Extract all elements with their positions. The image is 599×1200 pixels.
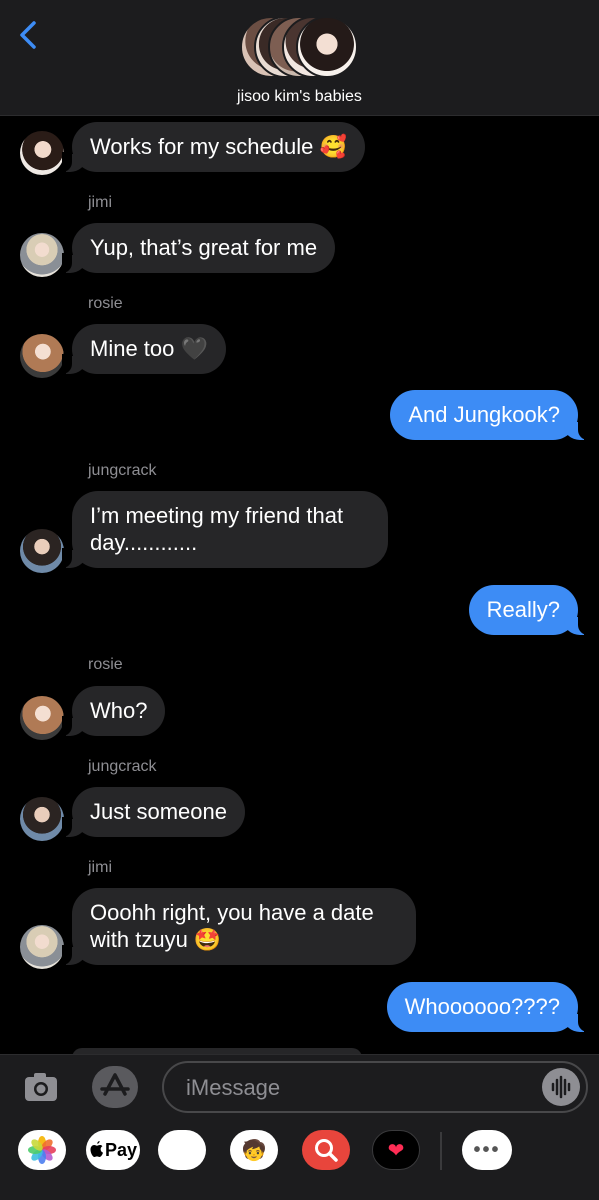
drawer-divider [440,1132,442,1170]
message-bubble[interactable]: Who? [61,686,166,736]
message-text: Works for my schedule 🥰 [90,134,347,159]
sender-name: jungcrack [88,758,157,775]
message-text: Ooohh right, you have a date [90,900,374,925]
avatar-jungcrack[interactable] [20,529,64,573]
message-text: Whoooooo???? [404,994,560,1019]
apple-pay-button[interactable]: Pay [86,1130,140,1170]
sender-name: rosie [88,656,123,673]
group-avatar-stack[interactable] [240,16,360,78]
message-bubble[interactable]: I’m meeting my friend that day...........… [62,491,388,568]
message-text: I’m meeting my friend that [90,503,344,528]
memoji-icon[interactable]: 🧒 [230,1130,278,1170]
apple-pay-label: Pay [104,1139,138,1160]
memoji-emoji: 🧒 [241,1139,267,1162]
chevron-left-icon[interactable] [16,20,42,50]
group-name[interactable]: jisoo kim's babies [0,88,599,106]
avatar-jimi[interactable] [20,925,64,969]
message-text: day............ [90,530,198,555]
message-text: Mine too 🖤 [90,336,208,361]
more-apps-button[interactable]: ••• [462,1130,512,1170]
ellipsis-icon: ••• [473,1138,501,1161]
message-bubble[interactable]: Just someone [62,787,245,837]
message-input-placeholder: iMessage [186,1075,281,1100]
heart-icon: ❤ [387,1139,405,1162]
message-text: Really? [486,597,560,622]
message-bubble[interactable]: Mine too 🖤 [62,324,226,374]
image-search-icon[interactable] [302,1130,350,1170]
message-text: And Jungkook? [408,402,560,427]
apple-logo-icon [90,1141,103,1157]
photos-app-icon[interactable] [18,1130,66,1170]
sender-name: jimi [88,194,112,211]
avatar-rosie[interactable] [20,334,64,378]
conversation-header: jisoo kim's babies [0,0,599,116]
sender-name: rosie [88,295,123,312]
message-bubble[interactable]: Yup, that’s great for me [61,223,336,273]
message-text: Just someone [90,799,227,824]
digital-touch-icon[interactable]: ❤ [372,1130,420,1170]
message-text: with tzuyu 🤩 [90,927,222,952]
avatar-jimi[interactable] [20,233,64,277]
message-bubble-outgoing[interactable]: Really? [468,585,589,635]
avatar-rosie[interactable] [20,696,64,740]
avatar-jungcrack[interactable] [20,797,64,841]
message-text: Who? [90,698,148,723]
sender-name: jungcrack [88,462,157,479]
message-bubble[interactable]: Works for my schedule 🥰 [62,122,365,172]
message-bubble-outgoing[interactable]: And Jungkook? [390,390,588,440]
message-bubble[interactable]: Ooohh right, you have a date with tzuyu 🤩 [62,888,416,965]
camera-icon[interactable] [22,1068,60,1106]
avatar [296,16,358,78]
app-store-icon[interactable] [92,1066,138,1108]
sender-name: jimi [88,859,112,876]
message-input[interactable]: iMessage [162,1061,588,1113]
message-text: Yup, that’s great for me [90,235,318,260]
monkey-emoji: 🐵 [170,1139,194,1162]
avatar-jisoo[interactable] [20,131,64,175]
audio-waveform-icon[interactable] [542,1068,580,1106]
message-bubble-outgoing[interactable]: Whoooooo???? [386,982,589,1032]
animoji-icon[interactable]: 🐵 [158,1130,206,1170]
